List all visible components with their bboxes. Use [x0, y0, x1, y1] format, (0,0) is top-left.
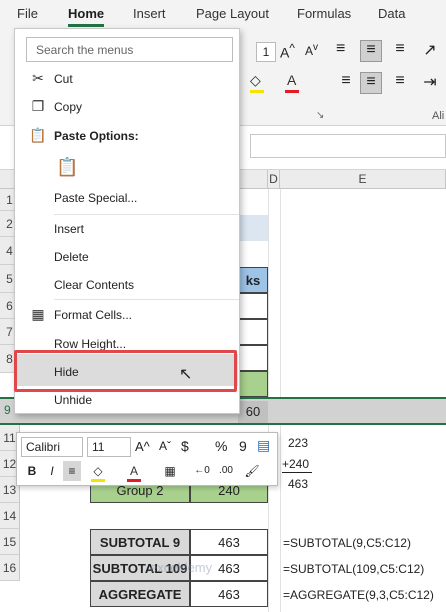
menu-item-format-cells[interactable]: ▦ Format Cells... [15, 302, 239, 330]
menu-item-paste-options: 📋 Paste Options: [15, 123, 239, 151]
sum-rule [282, 472, 312, 473]
orientation-icon[interactable]: ↗ [420, 40, 440, 60]
summary-label-cell[interactable]: SUBTOTAL 9 [90, 529, 190, 555]
menu-item-clear-contents[interactable]: Clear Contents [15, 272, 239, 300]
font-color-bar [285, 90, 299, 93]
grow-font-icon[interactable]: A^ [280, 42, 295, 61]
align-right-icon[interactable]: ≡ [390, 72, 410, 92]
row-header[interactable]: 9 [4, 403, 11, 417]
format-cells-icon: ▦ [31, 306, 45, 322]
menu-item-label: Cut [54, 72, 73, 86]
sum-line-1: 223 [288, 436, 309, 450]
font-color-bar [127, 479, 141, 482]
data-cell[interactable] [238, 293, 268, 319]
menu-item-label: Paste Options: [54, 129, 139, 143]
menu-item-insert[interactable]: Insert [15, 216, 239, 244]
format-table-icon[interactable]: ▤ [257, 437, 270, 454]
align-middle-icon[interactable]: ≡ [360, 40, 382, 62]
borders-icon[interactable]: ▦ [161, 461, 179, 481]
copy-icon: ❐ [31, 98, 45, 114]
align-top-icon[interactable]: ≡ [336, 40, 356, 60]
font-color-icon[interactable]: A [125, 461, 143, 481]
tab-data[interactable]: Data [378, 6, 405, 21]
watermark: exceldemy [150, 560, 213, 575]
fill-color-icon[interactable]: ◇ [89, 461, 107, 481]
clipboard-icon: 📋 [29, 127, 47, 143]
align-left-icon[interactable]: ≡ [336, 72, 356, 92]
row-header[interactable]: 14 [0, 503, 20, 529]
row9-value-cell[interactable]: 60 [238, 401, 268, 423]
menu-item-label: Row Height... [54, 337, 127, 351]
menu-item-label: Clear Contents [54, 278, 135, 292]
column-header-d[interactable]: D [268, 170, 280, 189]
summary-formula: =SUBTOTAL(109,C5:C12) [283, 562, 425, 576]
ribbon-group-label: Ali [432, 110, 445, 122]
bold-icon[interactable]: B [23, 461, 41, 481]
title-cell [238, 215, 268, 241]
sum-line-3: 463 [288, 477, 309, 491]
menu-item-copy[interactable]: ❐ Copy [15, 94, 239, 122]
tab-file[interactable]: File [17, 6, 38, 21]
menu-item-label: Format Cells... [54, 308, 133, 322]
menu-separator [54, 299, 239, 300]
fill-color-icon[interactable]: ◇ [250, 72, 261, 89]
paste-option-button[interactable]: 📋 [15, 153, 239, 185]
shrink-font-icon[interactable]: Aˇ [159, 439, 171, 453]
header-cell-marks[interactable]: ks [238, 267, 268, 293]
dialog-launcher-icon[interactable]: ↘ [316, 110, 324, 121]
fill-color-bar [91, 479, 105, 482]
tab-insert[interactable]: Insert [133, 6, 166, 21]
italic-icon[interactable]: I [43, 461, 61, 481]
menu-item-label: Unhide [54, 393, 93, 407]
menu-item-label: Delete [54, 250, 89, 264]
summary-value-cell[interactable]: 463 [190, 581, 268, 607]
row-header[interactable]: 16 [0, 555, 20, 581]
summary-formula: =AGGREGATE(9,3,C5:C12) [283, 588, 434, 602]
shrink-font-icon[interactable]: Av [305, 42, 318, 58]
tab-home[interactable]: Home [68, 6, 105, 27]
menu-item-delete[interactable]: Delete [15, 244, 239, 272]
tab-page-layout[interactable]: Page Layout [196, 6, 269, 21]
formula-input[interactable] [250, 134, 446, 158]
highlight-annotation-box [14, 350, 237, 392]
align-center-icon[interactable]: ≡ [360, 72, 382, 94]
summary-label-cell[interactable]: AGGREGATE [90, 581, 190, 607]
menu-separator [54, 214, 239, 215]
menu-item-label: Copy [54, 100, 83, 114]
align-bottom-icon[interactable]: ≡ [390, 40, 410, 60]
grow-font-icon[interactable]: A^ [135, 439, 150, 454]
format-painter-icon[interactable]: 🖌 [243, 461, 261, 481]
currency-icon[interactable]: $ [181, 438, 189, 454]
column-header-e[interactable]: E [280, 170, 446, 189]
indent-icon[interactable]: ⇥ [420, 72, 440, 92]
mini-toolbar: Calibri 11 A^ Aˇ $ % 9 ▤ B I ≡ ◇ A ▦ ←0 … [16, 432, 278, 486]
comma-icon[interactable]: 9 [239, 438, 247, 454]
ribbon-tab-bar: File Home Insert Page Layout Formulas Da… [0, 0, 446, 28]
menu-item-label: Paste Special... [54, 191, 138, 205]
increase-decimal-icon[interactable]: ←0 [193, 461, 211, 481]
menu-search-input[interactable]: Search the menus [26, 37, 233, 62]
fill-color-bar [250, 90, 264, 93]
menu-item-label: Insert [54, 222, 85, 236]
menu-item-paste-special[interactable]: Paste Special... [15, 185, 239, 213]
data-cell[interactable] [238, 345, 268, 371]
font-size-box[interactable]: 1 [256, 42, 276, 62]
tab-formulas[interactable]: Formulas [297, 6, 351, 21]
align-center-icon[interactable]: ≡ [63, 461, 81, 481]
summary-formula: =SUBTOTAL(9,C5:C12) [283, 536, 411, 550]
decrease-decimal-icon[interactable]: .00 [217, 461, 235, 481]
scissors-icon: ✂ [32, 70, 44, 86]
font-size-box[interactable]: 11 [87, 437, 131, 457]
font-name-box[interactable]: Calibri [21, 437, 83, 457]
data-cell[interactable] [238, 371, 268, 397]
font-color-icon[interactable]: A [287, 72, 296, 88]
summary-value-cell[interactable]: 463 [190, 529, 268, 555]
paste-icon: 📋 [56, 157, 79, 177]
menu-item-cut[interactable]: ✂ Cut [15, 66, 239, 94]
row-header[interactable]: 15 [0, 529, 20, 555]
sum-line-2: +240 [282, 457, 310, 471]
data-cell[interactable] [238, 319, 268, 345]
percent-icon[interactable]: % [215, 438, 227, 454]
